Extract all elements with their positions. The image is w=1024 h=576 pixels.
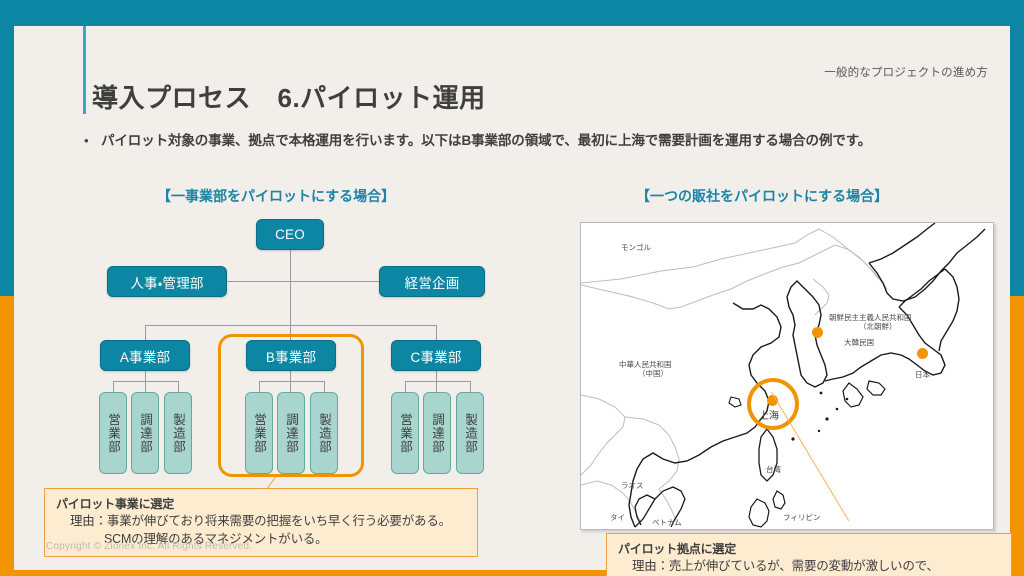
- connector-ceo-stem: [290, 250, 291, 282]
- connector-divC-sub-bus: [405, 381, 470, 382]
- callout-right-title: パイロット拠点に選定: [618, 542, 737, 556]
- org-subnode-a-procurement[interactable]: 調達部: [131, 392, 159, 474]
- map-label-shanghai: 上海: [759, 411, 779, 422]
- map-label-philippines: フィリピン: [783, 513, 821, 522]
- slide-root: 一般的なプロジェクトの進め方 導入プロセス 6.パイロット運用 • パイロット対…: [0, 0, 1024, 576]
- connector-divC-sub3: [470, 381, 471, 392]
- org-node-division-c[interactable]: C事業部: [391, 340, 481, 371]
- copyright-footer: Copyright © Zionex Inc. All Rights Reser…: [46, 541, 253, 552]
- org-node-ceo[interactable]: CEO: [256, 219, 324, 250]
- map-label-taiwan: 台湾: [766, 465, 781, 474]
- connector-staff-bus: [227, 281, 379, 282]
- org-subnode-a-manufacturing[interactable]: 製造部: [164, 392, 192, 474]
- org-node-division-b[interactable]: B事業部: [246, 340, 336, 371]
- right-edge-orange-bar: [1010, 296, 1024, 576]
- map-label-mongolia: モンゴル: [621, 243, 651, 252]
- connector-divC-sub1: [405, 381, 406, 392]
- slide-canvas: 一般的なプロジェクトの進め方 導入プロセス 6.パイロット運用 • パイロット対…: [14, 26, 1012, 576]
- connector-divC-drop: [436, 325, 437, 340]
- header-meta-label: 一般的なプロジェクトの進め方: [824, 67, 988, 79]
- org-node-planning[interactable]: 経営企画: [379, 266, 485, 297]
- org-subnode-c-manufacturing[interactable]: 製造部: [456, 392, 484, 474]
- map-label-china: 中華人民共和国: [619, 360, 672, 369]
- tokyo-marker-icon[interactable]: [917, 348, 928, 359]
- org-subnode-a-sales[interactable]: 営業部: [99, 392, 127, 474]
- map-label-japan: 日本: [915, 370, 930, 379]
- map-label-thailand: タイ: [610, 513, 625, 522]
- org-node-hr-admin[interactable]: 人事・管理部: [107, 266, 227, 297]
- shanghai-highlight-ring: [747, 378, 799, 430]
- org-subnode-c-sales[interactable]: 営業部: [391, 392, 419, 474]
- left-edge-orange-bar: [0, 296, 14, 576]
- org-subnode-c-procurement[interactable]: 調達部: [423, 392, 451, 474]
- connector-divA-sub2: [145, 381, 146, 392]
- top-teal-band: [14, 0, 1010, 26]
- map-label-north-korea: 朝鮮民主主義人民共和国: [829, 313, 912, 322]
- map-label-south-korea: 大韓民国: [844, 338, 874, 347]
- map-label-vietnam: ベトナム: [652, 518, 682, 527]
- right-edge-teal-bar: [1010, 0, 1024, 296]
- org-subnode-b-manufacturing[interactable]: 製造部: [310, 392, 338, 474]
- org-node-division-a[interactable]: A事業部: [100, 340, 190, 371]
- connector-ceo-to-divisions: [290, 281, 291, 326]
- connector-divA-sub1: [113, 381, 114, 392]
- map-label-laos: ラオス: [621, 481, 644, 490]
- left-edge-teal-bar: [0, 0, 14, 296]
- connector-divA-drop: [145, 325, 146, 340]
- callout-right-line-1: 理由：売上が伸びているが、需要の変動が激しいので、: [632, 559, 939, 573]
- connector-divC-sub2: [436, 381, 437, 392]
- map-label-north-korea-short: （北朝鮮）: [859, 322, 897, 331]
- asia-map[interactable]: モンゴル 中華人民共和国 （中国） 朝鮮民主主義人民共和国 （北朝鮮） 大韓民国…: [580, 222, 994, 530]
- seoul-marker-icon[interactable]: [812, 327, 823, 338]
- connector-divA-sub3: [178, 381, 179, 392]
- org-subnode-b-procurement[interactable]: 調達部: [277, 392, 305, 474]
- callout-left-line-1: 理由：事業が伸びており将来需要の把握をいち早く行う必要がある。: [70, 514, 451, 528]
- callout-pilot-site: パイロット拠点に選定 理由：売上が伸びているが、需要の変動が激しいので、 本社（…: [606, 533, 1012, 576]
- org-subnode-b-sales[interactable]: 営業部: [245, 392, 273, 474]
- callout-left-title: パイロット事業に選定: [56, 497, 175, 511]
- map-label-china-short: （中国）: [638, 369, 668, 378]
- right-panel-heading: 【一つの販社をパイロットにする場合】: [636, 188, 889, 204]
